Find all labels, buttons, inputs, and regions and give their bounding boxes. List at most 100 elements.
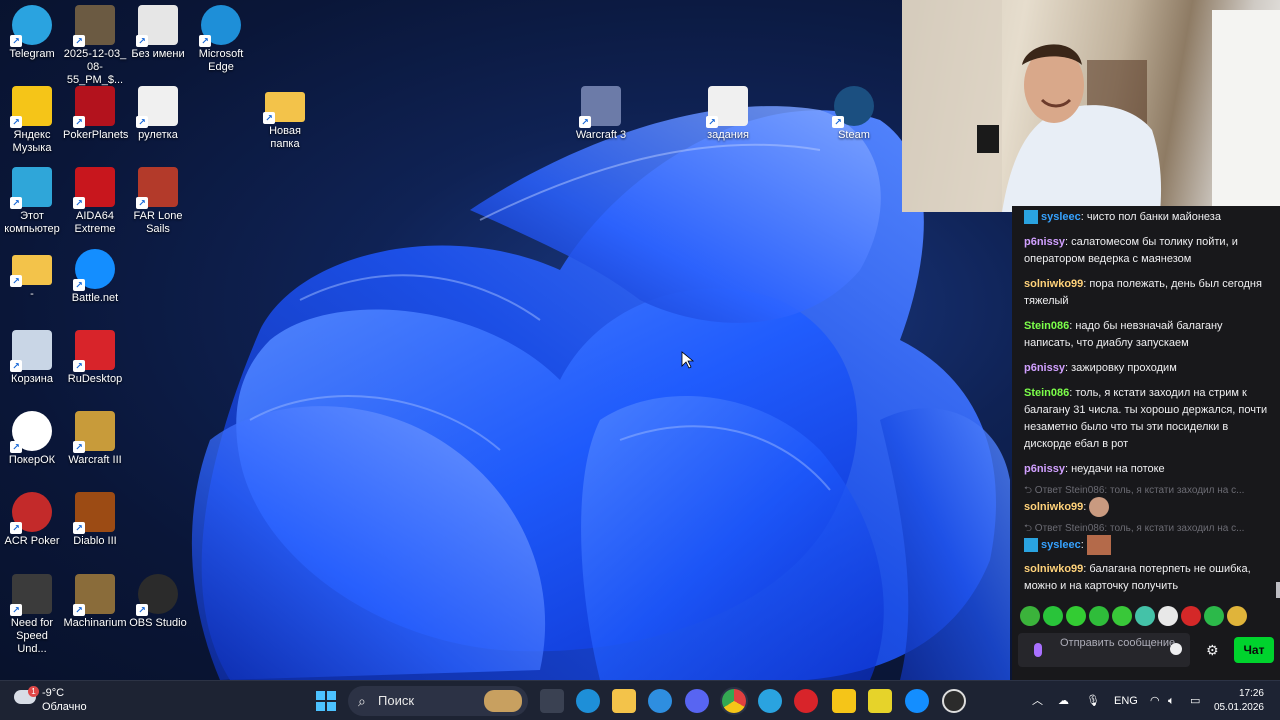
volume-icon[interactable]: 🔈︎ [1168,681,1175,720]
desktop-shortcut[interactable]: ↗ Microsoft Edge [189,5,253,74]
stream-chat: sysleec: чисто пол банки майонеза p6nissy… [1012,206,1280,680]
desktop-shortcut-label: Корзина [11,373,53,385]
emote-icon[interactable] [1066,606,1086,626]
emoji-picker-icon[interactable] [1170,643,1182,655]
microphone-tray-icon[interactable]: 🎙︎ [1086,681,1100,720]
desktop-shortcut[interactable]: ↗ Новая папка [253,86,317,151]
chat-message-input[interactable]: Отправить сообщение [1018,633,1190,667]
chat-username[interactable]: solniwko99 [1024,278,1083,290]
edge-icon: ↗ [199,5,241,47]
desktop-shortcut-label: задания [707,129,749,141]
desktop-shortcut[interactable]: ↗ RuDesktop [63,330,127,386]
chrome-icon[interactable] [722,689,746,713]
chat-username[interactable]: sysleec [1041,211,1081,223]
steam-icon: ↗ [832,86,874,128]
chat-username[interactable]: p6nissy [1024,362,1065,374]
desktop-shortcut[interactable]: ↗ OBS Studio [126,574,190,630]
discord-icon[interactable] [685,689,709,713]
desktop-shortcut[interactable]: ↗ Этот компьютер [0,167,64,236]
warcraft3-icon: ↗ [579,86,621,128]
shortcut-arrow-icon: ↗ [73,116,85,128]
streamer-video [902,0,1280,212]
language-indicator[interactable]: ENG [1114,681,1138,720]
emote-icon[interactable] [1204,606,1224,626]
desktop-shortcut[interactable]: ↗ - [0,249,64,301]
desktop-shortcut-label: Need for Speed Und... [10,617,54,655]
desktop-shortcut[interactable]: ↗ Battle.net [63,249,127,305]
desktop-shortcut[interactable]: ↗ Корзина [0,330,64,386]
emote-icon[interactable] [1020,606,1040,626]
yandex-music-icon[interactable] [832,689,856,713]
desktop-shortcut[interactable]: ↗ ПокерОК [0,411,64,467]
onedrive-cloud-icon[interactable]: ☁ [1058,681,1069,720]
taskbar-search-box[interactable]: ⌕ Поиск [348,686,528,716]
shortcut-arrow-icon: ↗ [136,116,148,128]
desktop-shortcut[interactable]: ↗ ACR Poker [0,492,64,548]
desktop-shortcut[interactable]: ↗ FAR Lone Sails [126,167,190,236]
show-hidden-icons-chevron-icon[interactable]: ︿ [1032,681,1043,720]
emote-icon[interactable] [1112,606,1132,626]
image-file-icon: ↗ [136,5,178,47]
shortcut-arrow-icon: ↗ [73,522,85,534]
emote-icon[interactable] [1135,606,1155,626]
desktop-shortcut[interactable]: ↗ 2025-12-03_ 08-55_PM_$... [63,5,127,87]
desktop-shortcut[interactable]: ↗ PokerPlanets [63,86,129,142]
cortana-icon[interactable] [648,689,672,713]
desktop-shortcut[interactable]: ↗ Diablo III [63,492,127,548]
battery-app-icon[interactable] [868,689,892,713]
desktop-shortcut[interactable]: ↗ Telegram [0,5,64,61]
desktop-shortcut[interactable]: ↗ Machinarium [63,574,127,630]
chat-settings-gear-icon[interactable]: ⚙ [1206,642,1219,659]
task-view-icon[interactable] [540,689,564,713]
microphone-icon[interactable] [1034,643,1042,657]
chat-username[interactable]: Stein086 [1024,387,1069,399]
desktop-shortcut[interactable]: ↗ рулетка [126,86,190,142]
shortcut-arrow-icon: ↗ [136,604,148,616]
wifi-icon[interactable]: ◠ [1150,681,1160,720]
chat-text: : чисто пол банки майонеза [1080,211,1221,223]
chat-message: solniwko99: [1012,494,1121,522]
desktop-shortcut[interactable]: ↗ Яндекс Музыка [0,86,64,155]
battlenet-icon[interactable] [905,689,929,713]
desktop-shortcut-label: Яндекс Музыка [12,129,52,154]
chat-message: sysleec: чисто пол банки майонеза [1012,206,1280,231]
emote-icon[interactable] [1043,606,1063,626]
desktop-shortcut-label: Diablo III [73,535,117,547]
windows-start-icon[interactable] [314,689,338,713]
desktop-shortcut-label: FAR Lone Sails [133,210,183,235]
shortcut-arrow-icon: ↗ [73,279,85,291]
desktop-shortcut[interactable]: ↗ Need for Speed Und... [0,574,64,656]
clock-time: 17:26 [1238,688,1264,699]
edge-icon[interactable] [576,689,600,713]
chat-username[interactable]: p6nissy [1024,236,1065,248]
emote-icon[interactable] [1158,606,1178,626]
emote-icon[interactable] [1089,606,1109,626]
shortcut-arrow-icon: ↗ [10,35,22,47]
telegram-icon[interactable] [758,689,782,713]
file-explorer-icon[interactable] [612,689,636,713]
chat-username[interactable]: solniwko99 [1024,563,1083,575]
chat-send-button[interactable]: Чат [1234,637,1274,663]
desktop-shortcut[interactable]: ↗ задания [696,86,760,142]
rudesktop-icon[interactable] [794,689,818,713]
desktop-shortcut[interactable]: ↗ AIDA64 Extreme [63,167,127,236]
chat-scrollbar[interactable] [1276,582,1280,598]
shortcut-arrow-icon: ↗ [579,116,591,128]
clock[interactable]: 17:26 05.01.2026 [1214,687,1264,715]
obs-icon[interactable] [942,689,966,713]
power-icon[interactable]: ▭ [1190,681,1200,720]
desktop-shortcut[interactable]: ↗ Warcraft 3 [569,86,633,142]
desktop-shortcut[interactable]: ↗ Steam [822,86,886,142]
emote-icon[interactable] [1227,606,1247,626]
emote-icon[interactable] [1181,606,1201,626]
chat-username[interactable]: Stein086 [1024,320,1069,332]
chat-username[interactable]: p6nissy [1024,463,1065,475]
desktop-shortcut-label: PokerPlanets [63,129,129,141]
chat-username[interactable]: solniwko99 [1024,501,1083,513]
desktop-shortcut[interactable]: ↗ Без имени [126,5,190,61]
desktop-shortcut[interactable]: ↗ Warcraft III [63,411,127,467]
chat-text: : неудачи на потоке [1064,463,1165,475]
chat-username[interactable]: sysleec [1041,539,1081,551]
desktop-shortcut-label: AIDA64 Extreme [74,210,116,235]
chat-message: Stein086: толь, я кстати заходил на стри… [1012,382,1280,458]
